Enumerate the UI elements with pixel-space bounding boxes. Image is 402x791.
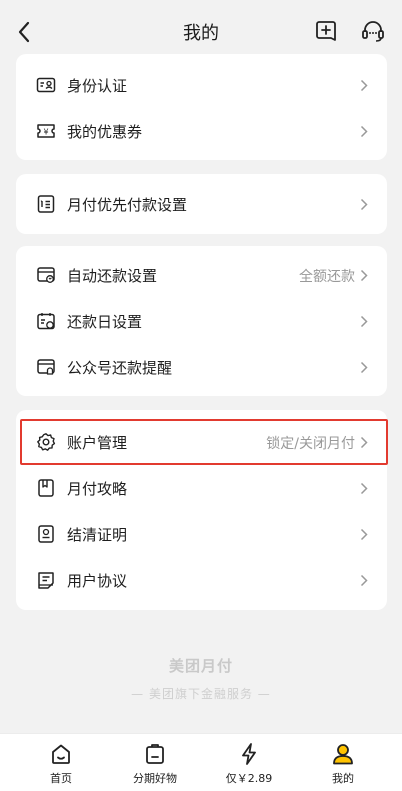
menu-item-guide[interactable]: 月付攻略 [16,465,387,511]
add-box-icon[interactable] [314,19,338,43]
menu-item-label: 自动还款设置 [67,267,158,285]
tab-mine[interactable]: 我的 [293,734,393,791]
tab-installment-goods[interactable]: 分期好物 [105,734,205,791]
chevron-right-icon [360,482,368,495]
chevron-right-icon [360,198,368,211]
bottom-tab-bar: 首页 分期好物 仅￥2.89 我的 [0,733,402,791]
menu-item-my-coupons[interactable]: ¥ 我的优惠券 [16,108,387,154]
chevron-right-icon [360,125,368,138]
menu-group-repayment: 自动还款设置 全额还款 还款日设置 公众号还款提醒 [16,246,387,396]
menu-item-auto-repay[interactable]: 自动还款设置 全额还款 [16,252,387,298]
tab-label: 分期好物 [133,772,177,785]
menu-item-label: 还款日设置 [67,313,143,331]
home-icon [52,744,70,764]
menu-item-label: 月付攻略 [67,480,128,498]
menu-item-label: 用户协议 [67,572,128,590]
headset-icon[interactable] [360,19,386,43]
menu-group-account: 账户管理 锁定/关闭月付 月付攻略 结清证明 用户协议 [16,410,387,610]
agreement-icon [38,572,54,589]
lightning-icon [242,743,256,765]
menu-item-label: 我的优惠券 [67,123,143,141]
menu-item-value: 锁定/关闭月付 [266,436,355,452]
reminder-icon [37,359,55,375]
chevron-right-icon [360,79,368,92]
menu-item-label: 月付优先付款设置 [67,196,188,214]
menu-item-label: 账户管理 [67,434,128,452]
menu-group-priority: 月付优先付款设置 [16,174,387,234]
bookmark-icon [38,479,54,497]
auto-repay-icon [37,267,55,283]
gear-icon [37,433,56,451]
menu-group-identity: 身份认证 ¥ 我的优惠券 [16,54,387,160]
menu-item-payment-priority[interactable]: 月付优先付款设置 [16,181,387,227]
chevron-right-icon [360,528,368,541]
menu-item-repay-date[interactable]: 还款日设置 [16,298,387,344]
priority-list-icon [37,195,55,213]
menu-item-label: 身份认证 [67,77,128,95]
calendar-icon [37,313,55,330]
menu-item-account-management[interactable]: 账户管理 锁定/关闭月付 [16,419,387,465]
chevron-right-icon [360,361,368,374]
id-card-icon [36,77,56,93]
certificate-icon [38,525,54,543]
tab-label: 我的 [332,772,354,785]
menu-item-wechat-reminder[interactable]: 公众号还款提醒 [16,344,387,390]
coupon-icon: ¥ [37,124,55,138]
tab-label: 首页 [50,772,72,785]
menu-item-value: 全额还款 [299,269,355,285]
header: 我的 [0,0,402,62]
tab-label: 仅￥2.89 [225,772,273,785]
tab-deal[interactable]: 仅￥2.89 [199,734,299,791]
menu-item-identity-verification[interactable]: 身份认证 [16,62,387,108]
page-title: 我的 [183,23,219,44]
menu-item-label: 公众号还款提醒 [67,359,173,377]
menu-item-user-agreement[interactable]: 用户协议 [16,557,387,603]
chevron-right-icon [360,269,368,282]
chevron-right-icon [360,574,368,587]
svg-text:¥: ¥ [43,128,48,137]
menu-item-label: 结清证明 [67,526,128,544]
footer-tagline: — 美团旗下金融服务 — [131,687,271,701]
user-icon [333,744,353,765]
shopping-bag-icon [146,744,164,764]
chevron-right-icon [360,436,368,449]
footer-brand: 美团月付 [168,657,233,675]
menu-item-settlement-proof[interactable]: 结清证明 [16,511,387,557]
tab-home[interactable]: 首页 [11,734,111,791]
chevron-right-icon [360,315,368,328]
